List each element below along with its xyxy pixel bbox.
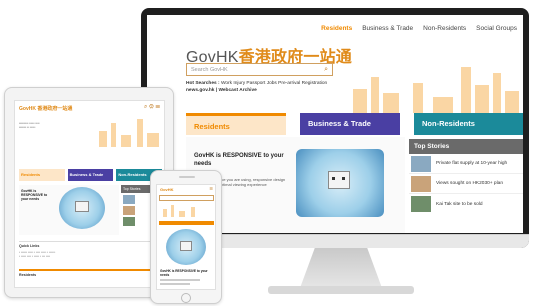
top-stories-panel: Top Stories Private flat supply at 10-ye… [409,139,523,233]
tab-residents[interactable]: Residents [186,113,286,135]
tablet-quick-links: Quick Links • •••••• ••••• • •••• ••••• … [19,241,162,267]
top-stories-title: Top Stories [409,139,523,154]
story-thumbnail[interactable] [123,206,135,215]
nav-non-residents[interactable]: Non-Residents [423,25,466,32]
top-navigation: Residents Business & Trade Non-Residents… [321,25,517,32]
tablet-device: GovHK 香港政府一站通 ⌕ ⚙ ☰ ••••••••• ••••• ••••… [4,87,174,298]
nav-residents[interactable]: Residents [321,25,352,32]
tablet-tab-business-trade[interactable]: Business & Trade [67,169,114,181]
phone-logo[interactable]: GovHK [160,187,174,192]
hero-image [296,149,384,217]
story-thumbnail [411,175,431,192]
nav-social-groups[interactable]: Social Groups [476,25,517,32]
phone-speaker [179,176,195,178]
phone-text-line [160,279,200,281]
story-item[interactable]: Kai Tak site to be sold [409,194,523,214]
phone-screen: GovHK ☰ GovHK is RESPONSIVE to your need… [156,184,216,290]
hot-search-links[interactable]: Work Injury Passport Jobs Pre-arrival Re… [221,81,327,86]
main-tabs: Residents Business & Trade Non-Residents [186,113,523,135]
phone-device: GovHK ☰ GovHK is RESPONSIVE to your need… [150,170,222,304]
robot-face-icon [75,201,89,212]
quick-links-title: Quick Links [19,244,40,248]
tablet-residents-section: Residents [19,269,162,287]
phone-menu-icon[interactable]: ☰ [209,186,213,191]
search-icon[interactable]: ⌕ [324,66,328,74]
story-item[interactable]: Private flat supply at 10-year high [409,154,523,174]
tab-business-trade[interactable]: Business & Trade [300,113,400,135]
phone-text-line [160,283,190,285]
tablet-skyline [95,117,164,147]
monitor-base [268,286,414,294]
phone-hero-image [166,229,206,265]
tablet-tab-residents[interactable]: Residents [19,169,65,181]
hot-searches: Hot Searches : Work Injury Passport Jobs… [186,81,328,86]
monitor-stand [300,248,382,288]
story-thumbnail [411,155,431,172]
hero-title: GovHK is RESPONSIVE to your needs [194,153,284,167]
robot-face-icon [180,241,192,251]
tablet-tabs: Residents Business & Trade Non-Residents [19,169,163,181]
phone-search-input[interactable] [159,195,214,201]
tablet-hero-image [59,187,105,229]
tablet-hero-title: GovHK is RESPONSIVE to your needs [21,189,48,202]
search-input[interactable]: Search GovHK ⌕ [186,63,333,76]
story-thumbnail[interactable] [123,217,135,226]
tablet-screen: GovHK 香港政府一站通 ⌕ ⚙ ☰ ••••••••• ••••• ••••… [14,100,165,288]
tablet-hot-searches[interactable]: ••••••••• ••••• •••• ••••••• •• ••••• [19,121,79,141]
robot-face-icon [328,171,350,189]
quick-links-list[interactable]: • •••••• ••••• • •••• ••••• • •••••• • ••… [19,250,162,258]
story-item[interactable]: Views sought on HK2030+ plan [409,174,523,194]
quick-links[interactable]: news.gov.hk | Webcast Archive [186,88,257,93]
phone-skyline [159,205,214,217]
story-thumbnail[interactable] [123,195,135,204]
skyline-illustration [343,53,523,113]
phone-tab-bar[interactable] [159,221,214,225]
home-button[interactable] [181,293,191,303]
tablet-logo[interactable]: GovHK 香港政府一站通 [19,105,72,112]
tablet-hero: GovHK is RESPONSIVE to your needs [19,185,119,235]
phone-hero-title: GovHK is RESPONSIVE to your needs [160,269,208,277]
nav-business-trade[interactable]: Business & Trade [362,25,413,32]
story-thumbnail [411,196,431,212]
tablet-search-icon[interactable]: ⌕ ⚙ ☰ [144,104,160,111]
residents-section-title: Residents [19,273,37,277]
tab-non-residents[interactable]: Non-Residents [414,113,523,135]
